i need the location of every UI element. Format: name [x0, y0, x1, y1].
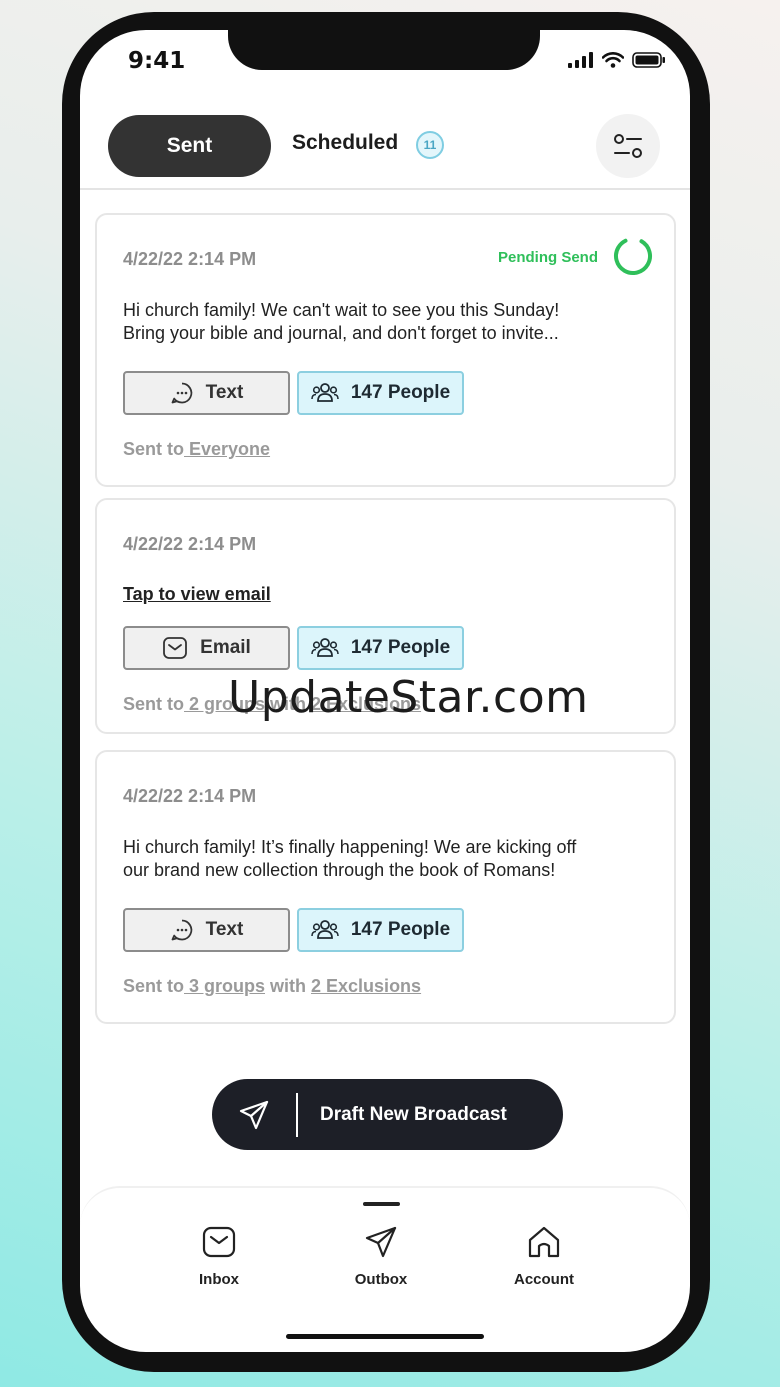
header-divider: [80, 188, 690, 190]
nav-outbox[interactable]: Outbox: [331, 1226, 431, 1288]
status-pending: Pending Send: [497, 249, 598, 266]
people-count: 147 People: [350, 919, 451, 940]
broadcast-card[interactable]: 4/22/22 2:14 PM Hi church family! It’s f…: [95, 750, 676, 1024]
sent-to-prefix: Sent to: [123, 976, 184, 996]
message-line: our brand new collection through the boo…: [123, 860, 556, 880]
card-date: 4/22/22 2:14 PM: [123, 534, 257, 554]
sent-to-target-link[interactable]: Everyone: [184, 439, 270, 459]
home-icon: [528, 1226, 560, 1258]
message-line: Bring your bible and journal, and don't …: [123, 323, 559, 343]
sent-to-line: Sent to Everyone: [123, 439, 270, 460]
people-pill[interactable]: 147 People: [297, 908, 464, 952]
chat-bubble-icon: [171, 382, 192, 404]
card-date: 4/22/22 2:14 PM: [123, 786, 257, 806]
watermark: UpdateStar.com: [228, 672, 589, 723]
channel-text-pill[interactable]: Text: [123, 908, 290, 952]
active-tab-indicator: [363, 1202, 400, 1206]
draft-new-broadcast-button[interactable]: Draft New Broadcast: [212, 1079, 563, 1150]
card-date: 4/22/22 2:14 PM: [123, 249, 257, 269]
wifi-icon: [602, 52, 624, 68]
sent-to-prefix: Sent to: [123, 694, 184, 714]
sent-to-prefix: Sent to: [123, 439, 184, 459]
view-email-link[interactable]: Tap to view email: [123, 584, 271, 605]
people-icon: [311, 920, 339, 939]
people-icon: [311, 383, 339, 402]
chat-bubble-icon: [171, 919, 192, 941]
status-icons: [568, 52, 666, 68]
nav-inbox[interactable]: Inbox: [169, 1226, 269, 1288]
channel-text-pill[interactable]: Text: [123, 371, 290, 415]
scheduled-count-badge: 11: [416, 131, 444, 159]
sent-to-line: Sent to 3 groups with 2 Exclusions: [123, 976, 421, 997]
message-line: Hi church family! We can't wait to see y…: [123, 300, 560, 320]
card-message: Hi church family! We can't wait to see y…: [123, 299, 643, 345]
nav-account-label: Account: [514, 1271, 574, 1288]
message-line: Hi church family! It’s finally happening…: [123, 837, 577, 857]
status-time: 9:41: [128, 48, 186, 74]
exclusions-link[interactable]: 2 Exclusions: [311, 976, 421, 996]
filter-button[interactable]: [596, 114, 660, 178]
nav-account[interactable]: Account: [494, 1226, 594, 1288]
channel-label: Text: [205, 919, 244, 940]
progress-ring-icon: [614, 237, 652, 275]
battery-icon: [632, 52, 665, 68]
sent-to-groups-link[interactable]: 3 groups: [184, 976, 265, 996]
home-indicator: [286, 1334, 484, 1339]
people-pill[interactable]: 147 People: [297, 626, 464, 670]
notch: [228, 30, 540, 70]
channel-email-pill[interactable]: Email: [123, 626, 290, 670]
channel-label: Email: [200, 637, 251, 658]
broadcast-card[interactable]: 4/22/22 2:14 PM Pending Send Hi church f…: [95, 213, 676, 487]
tab-sent[interactable]: Sent: [108, 115, 271, 177]
people-count: 147 People: [350, 637, 451, 658]
tab-sent-label: Sent: [166, 134, 213, 157]
nav-outbox-label: Outbox: [354, 1271, 408, 1288]
card-message: Hi church family! It’s finally happening…: [123, 836, 643, 882]
people-count: 147 People: [350, 382, 451, 403]
signal-icon: [568, 52, 593, 68]
paper-plane-icon: [365, 1226, 397, 1258]
envelope-icon: [163, 637, 188, 659]
people-pill[interactable]: 147 People: [297, 371, 464, 415]
draft-button-label: Draft New Broadcast: [320, 1103, 507, 1125]
paper-plane-icon: [239, 1100, 269, 1129]
sent-to-with: with: [265, 976, 312, 996]
sliders-icon: [614, 134, 642, 158]
envelope-icon: [202, 1226, 236, 1258]
nav-inbox-label: Inbox: [199, 1271, 239, 1288]
channel-label: Text: [205, 382, 244, 403]
tab-scheduled[interactable]: Scheduled: [292, 131, 398, 155]
people-icon: [311, 638, 339, 657]
